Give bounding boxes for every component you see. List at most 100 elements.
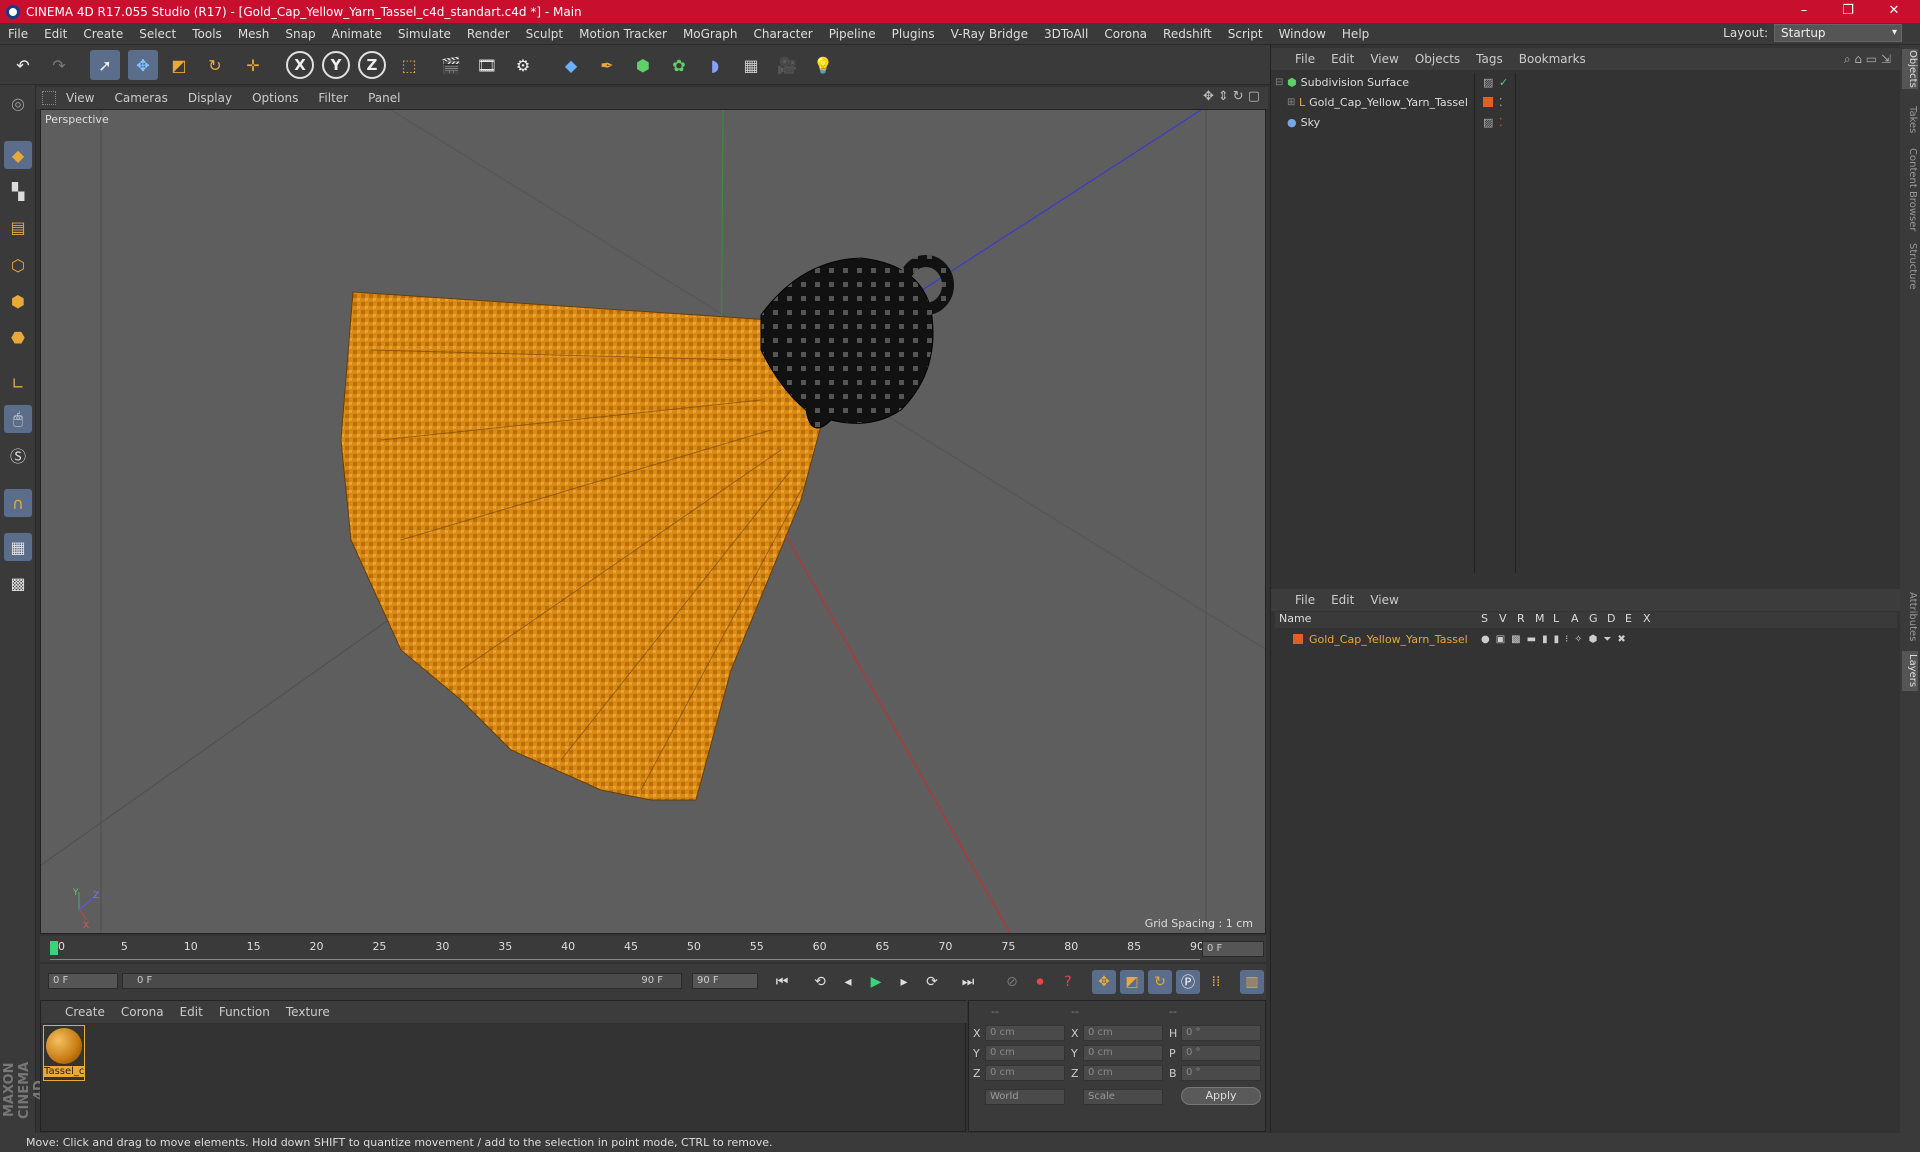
deformer-icon[interactable]: ◗: [700, 50, 730, 80]
key-position-icon[interactable]: ✥: [1092, 970, 1116, 994]
menu-corona[interactable]: Corona: [1096, 27, 1155, 41]
make-editable-icon[interactable]: ◎: [4, 89, 32, 117]
tab-content-browser[interactable]: Content Browser: [1902, 145, 1918, 235]
material-menu-edit[interactable]: Edit: [172, 1005, 211, 1019]
object-row-subdivision-surface[interactable]: ⊟ ⬢ Subdivision Surface ▨ ✓: [1275, 73, 1897, 91]
expand-icon[interactable]: ⊞: [1287, 97, 1299, 108]
menu-pipeline[interactable]: Pipeline: [821, 27, 884, 41]
render-view-icon[interactable]: 🎬: [436, 50, 466, 80]
enabled-check-icon[interactable]: ✓: [1499, 76, 1508, 89]
next-key-icon[interactable]: ⟳: [920, 970, 944, 994]
om-menu-objects[interactable]: Objects: [1407, 52, 1468, 66]
size-z-field[interactable]: 0 cm: [1083, 1065, 1163, 1081]
coordinate-system-icon[interactable]: ⬚: [394, 50, 424, 80]
range-slider[interactable]: 0 F 90 F: [122, 973, 682, 989]
menu-plugins[interactable]: Plugins: [884, 27, 943, 41]
timeline-ruler[interactable]: 0 5 10 15 20 25 30 35 40 45 50 55 60 65 70 75 80 85 90 0 F: [40, 936, 1266, 962]
tab-structure[interactable]: Structure: [1902, 241, 1918, 291]
minimize-button[interactable]: –: [1782, 0, 1826, 23]
scale-tool-icon[interactable]: ◩: [164, 50, 194, 80]
viewport-menu-display[interactable]: Display: [178, 91, 242, 105]
om-search-icon[interactable]: ⌕ ⌂ ▭ ⇲: [1844, 52, 1891, 67]
om-menu-edit[interactable]: Edit: [1323, 52, 1362, 66]
current-frame-field[interactable]: 0 F: [1202, 941, 1264, 957]
key-scale-icon[interactable]: ◩: [1120, 970, 1144, 994]
next-frame-icon[interactable]: ▸: [892, 970, 916, 994]
render-to-picture-viewer-icon[interactable]: 🎞: [472, 50, 502, 80]
om-menu-file[interactable]: File: [1287, 52, 1323, 66]
viewport-menu-view[interactable]: View: [56, 91, 104, 105]
close-button[interactable]: ✕: [1872, 0, 1916, 23]
workplane-icon[interactable]: ▤: [4, 213, 32, 241]
menu-character[interactable]: Character: [745, 27, 820, 41]
menu-redshift[interactable]: Redshift: [1155, 27, 1220, 41]
menu-file[interactable]: File: [0, 27, 36, 41]
record-keys-icon[interactable]: ⏺: [1028, 970, 1052, 994]
menu-select[interactable]: Select: [131, 27, 184, 41]
pos-x-field[interactable]: 0 cm: [985, 1025, 1065, 1041]
transform-tool-icon[interactable]: ✛: [238, 50, 268, 80]
menu-edit[interactable]: Edit: [36, 27, 75, 41]
menu-create[interactable]: Create: [75, 27, 131, 41]
magnet-icon[interactable]: ∩: [4, 489, 32, 517]
viewport-menu-cameras[interactable]: Cameras: [104, 91, 177, 105]
lm-menu-view[interactable]: View: [1362, 593, 1406, 607]
tab-layers[interactable]: Layers: [1902, 651, 1918, 691]
light-icon[interactable]: 💡: [808, 50, 838, 80]
z-axis-lock-icon[interactable]: Z: [358, 51, 386, 79]
live-selection-icon[interactable]: ➚: [90, 50, 120, 80]
points-mode-icon[interactable]: ⬡: [4, 251, 32, 279]
menu-sculpt[interactable]: Sculpt: [518, 27, 571, 41]
om-menu-view[interactable]: View: [1362, 52, 1406, 66]
menu-help[interactable]: Help: [1334, 27, 1377, 41]
tab-takes[interactable]: Takes: [1902, 103, 1918, 137]
menu-mesh[interactable]: Mesh: [230, 27, 278, 41]
rot-b-field[interactable]: 0 °: [1181, 1065, 1261, 1081]
menu-motion-tracker[interactable]: Motion Tracker: [571, 27, 675, 41]
layout-dropdown[interactable]: Startup: [1774, 24, 1902, 42]
tab-objects[interactable]: Objects: [1902, 49, 1918, 89]
tab-attributes[interactable]: Attributes: [1902, 589, 1918, 645]
array-icon[interactable]: ✿: [664, 50, 694, 80]
menu-simulate[interactable]: Simulate: [390, 27, 459, 41]
viewport-menu-filter[interactable]: Filter: [308, 91, 358, 105]
layer-color-swatch[interactable]: [1483, 97, 1493, 107]
move-tool-icon[interactable]: ✥: [128, 50, 158, 80]
layer-row[interactable]: Gold_Cap_Yellow_Yarn_Tassel ●▣▩▬▮▮⁝✧⬢⏷✖: [1275, 630, 1897, 648]
menu-mograph[interactable]: MoGraph: [675, 27, 746, 41]
material-menu-create[interactable]: Create: [57, 1005, 113, 1019]
material-swatch[interactable]: Tassel_c: [43, 1025, 85, 1081]
snapping-icon[interactable]: Ⓢ: [4, 441, 32, 469]
play-icon[interactable]: ▶: [864, 970, 888, 994]
visibility-toggle-icon[interactable]: ▨: [1483, 76, 1493, 89]
material-menu-function[interactable]: Function: [211, 1005, 278, 1019]
key-rotation-icon[interactable]: ↻: [1148, 970, 1172, 994]
subdivision-surface-icon[interactable]: ⬢: [628, 50, 658, 80]
polygons-mode-icon[interactable]: ⬣: [4, 323, 32, 351]
end-frame-field[interactable]: 90 F: [692, 973, 758, 989]
edges-mode-icon[interactable]: ⬢: [4, 287, 32, 315]
key-point-level-icon[interactable]: ⁞⁞: [1204, 970, 1228, 994]
texture-mode-icon[interactable]: ▚: [4, 177, 32, 205]
x-axis-lock-icon[interactable]: X: [286, 51, 314, 79]
dolly-icon[interactable]: ⇕: [1218, 89, 1229, 104]
size-x-field[interactable]: 0 cm: [1083, 1025, 1163, 1041]
om-menu-tags[interactable]: Tags: [1468, 52, 1511, 66]
axis-mode-icon[interactable]: ∟: [4, 369, 32, 397]
spline-pen-icon[interactable]: ✒: [592, 50, 622, 80]
visibility-toggle-icon[interactable]: ▨: [1483, 116, 1493, 129]
menu-vray-bridge[interactable]: V-Ray Bridge: [943, 27, 1036, 41]
size-mode-dropdown[interactable]: Scale: [1083, 1089, 1163, 1105]
model-mode-icon[interactable]: ◆: [4, 141, 32, 169]
undo-icon[interactable]: ↶: [8, 50, 38, 80]
record-disabled-icon[interactable]: ⊘: [1000, 970, 1024, 994]
layer-toggle-icons[interactable]: ●▣▩▬▮▮⁝✧⬢⏷✖: [1481, 634, 1632, 645]
menu-render[interactable]: Render: [459, 27, 518, 41]
pan-icon[interactable]: ✥: [1203, 89, 1214, 104]
menu-window[interactable]: Window: [1271, 27, 1334, 41]
menu-tools[interactable]: Tools: [184, 27, 230, 41]
rotate-tool-icon[interactable]: ↻: [200, 50, 230, 80]
object-row-gold-cap-tassel[interactable]: ⊞ L Gold_Cap_Yellow_Yarn_Tassel ⁚: [1275, 93, 1897, 111]
floor-icon[interactable]: ▦: [736, 50, 766, 80]
go-to-end-icon[interactable]: ⏭: [956, 970, 980, 994]
